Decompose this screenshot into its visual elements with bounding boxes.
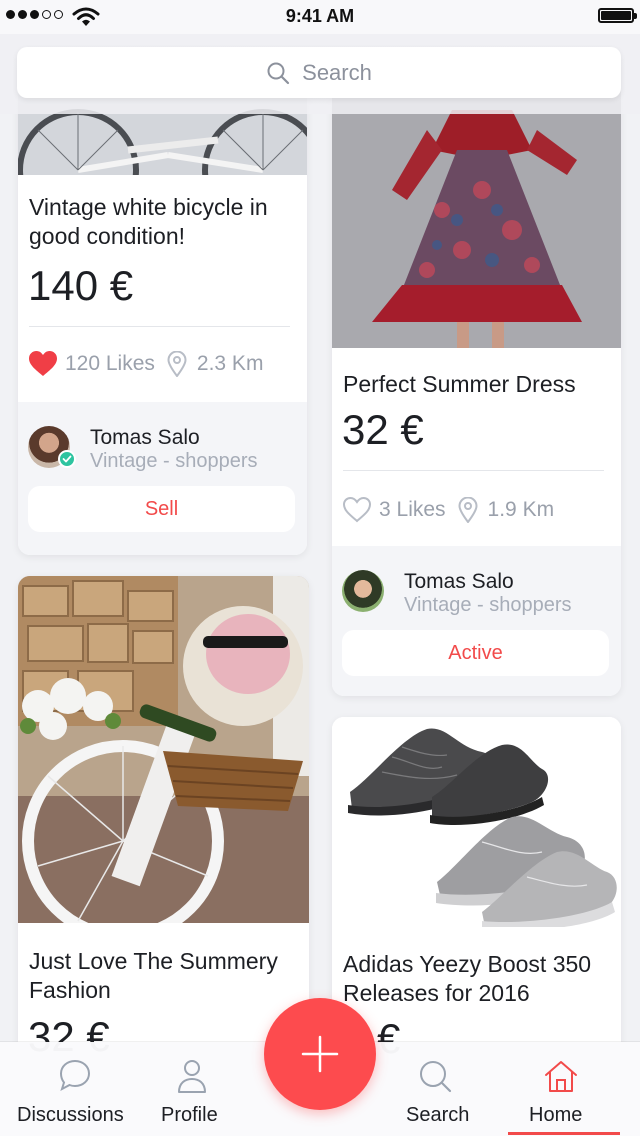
product-photo-bicycle-basket xyxy=(18,576,309,923)
likes-count: 120 Likes xyxy=(65,351,155,375)
product-card-dress[interactable]: Perfect Summer Dress 32 € 3 Likes 1.9 Km… xyxy=(332,60,621,696)
product-title: Vintage white bicycle in good condition! xyxy=(29,194,268,249)
tab-search[interactable]: Search xyxy=(395,1042,490,1136)
product-price: 32 € xyxy=(342,406,424,453)
product-card-summery-fashion[interactable]: Just Love The Summery Fashion 32 € xyxy=(18,576,309,1096)
tab-label: Discussions xyxy=(17,1104,124,1126)
home-icon xyxy=(545,1061,577,1092)
search-placeholder: Search xyxy=(302,59,372,85)
product-title: Perfect Summer Dress xyxy=(343,371,576,397)
active-tab-indicator xyxy=(508,1132,620,1135)
distance-value: 2.3 Km xyxy=(196,351,264,375)
product-title: Adidas Yeezy Boost 350 Releases for 2016 xyxy=(343,951,592,1006)
product-card-bicycle[interactable]: Vintage white bicycle in good condition!… xyxy=(18,60,307,555)
seller-section: Tomas Salo Vintage - shoppers Active xyxy=(332,546,621,696)
product-card-yeezy[interactable]: Adidas Yeezy Boost 350 Releases for 2016… xyxy=(332,717,621,1097)
divider xyxy=(29,326,290,327)
tab-label: Home xyxy=(529,1104,583,1126)
seller-name[interactable]: Tomas Salo xyxy=(90,426,200,450)
heart-outline-icon[interactable] xyxy=(342,496,372,523)
seller-group: Vintage - shoppers xyxy=(404,594,572,616)
seller-name[interactable]: Tomas Salo xyxy=(404,570,514,594)
battery-icon xyxy=(598,8,637,23)
location-pin-icon xyxy=(167,350,187,377)
heart-filled-icon[interactable] xyxy=(28,350,58,377)
plus-icon xyxy=(301,1035,339,1073)
chat-bubble-icon xyxy=(59,1059,91,1092)
search-icon xyxy=(420,1061,452,1093)
search-icon xyxy=(267,62,290,84)
status-bar: 9:41 AM xyxy=(0,0,640,34)
person-icon xyxy=(178,1060,206,1093)
product-stats: 120 Likes 2.3 Km xyxy=(28,350,263,377)
seller-section: Tomas Salo Vintage - shoppers Sell xyxy=(18,402,307,555)
seller-group: Vintage - shoppers xyxy=(90,450,258,472)
verified-check-icon xyxy=(58,450,76,468)
location-pin-icon xyxy=(458,496,478,523)
tab-discussions[interactable]: Discussions xyxy=(0,1042,150,1136)
status-time: 9:41 AM xyxy=(285,6,355,26)
sell-button[interactable]: Sell xyxy=(28,486,295,532)
add-item-button[interactable] xyxy=(264,998,376,1110)
search-bar[interactable]: Search xyxy=(17,47,621,98)
product-stats: 3 Likes 1.9 Km xyxy=(342,496,554,523)
product-title: Just Love The Summery Fashion xyxy=(29,948,278,1003)
tab-profile[interactable]: Profile xyxy=(150,1042,235,1136)
product-photo-sneakers xyxy=(332,717,621,927)
product-price: 140 € xyxy=(28,262,134,309)
active-button[interactable]: Active xyxy=(342,630,609,676)
tab-home[interactable]: Home xyxy=(508,1042,620,1136)
divider xyxy=(343,470,604,471)
tab-label: Profile xyxy=(161,1104,218,1126)
distance-value: 1.9 Km xyxy=(487,497,555,521)
tab-label: Search xyxy=(406,1104,470,1126)
likes-count: 3 Likes xyxy=(379,497,446,521)
seller-avatar[interactable] xyxy=(342,570,384,612)
